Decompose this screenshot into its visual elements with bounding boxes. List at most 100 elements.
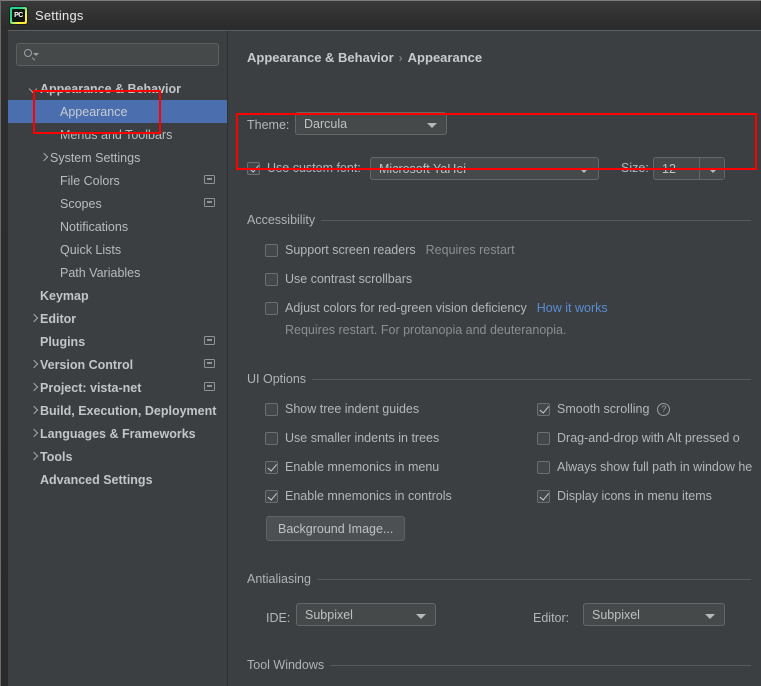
enable-mnemonics-menu-label: Enable mnemonics in menu	[285, 460, 440, 474]
chevron-right-icon[interactable]	[38, 152, 50, 164]
sidebar-item-system-settings[interactable]: System Settings	[8, 146, 227, 169]
help-icon[interactable]: ?	[657, 402, 671, 416]
how-it-works-link[interactable]: How it works	[537, 301, 608, 315]
theme-label: Theme:	[247, 118, 290, 132]
use-smaller-indents-row[interactable]: Use smaller indents in trees	[265, 431, 439, 445]
sidebar-item-file-colors[interactable]: File Colors	[8, 169, 227, 192]
use-contrast-scrollbars-row[interactable]: Use contrast scrollbars	[265, 272, 412, 286]
scope-badge-icon	[204, 359, 215, 368]
editor-antialiasing-label: Editor:	[533, 611, 570, 625]
smooth-scrolling-checkbox[interactable]	[537, 402, 550, 416]
sidebar-item-version-control[interactable]: Version Control	[8, 353, 227, 376]
sidebar-item-build-execution-deployment[interactable]: Build, Execution, Deployment	[8, 399, 227, 422]
sidebar-item-appearance[interactable]: Appearance	[8, 100, 227, 123]
accessibility-note: Requires restart. For protanopia and deu…	[285, 323, 567, 337]
enable-mnemonics-controls-label: Enable mnemonics in controls	[285, 489, 452, 503]
tree-arrow-placeholder	[48, 244, 60, 256]
title-bar[interactable]: PC Settings	[1, 1, 760, 29]
smooth-scrolling-row[interactable]: Smooth scrolling ?	[537, 402, 671, 416]
search-field[interactable]	[16, 43, 219, 66]
ui-options-group-title: UI Options	[247, 372, 313, 386]
display-icons-menu-items-row[interactable]: Display icons in menu items	[537, 489, 712, 503]
always-show-full-path-row[interactable]: Always show full path in window he	[537, 460, 752, 474]
ide-antialiasing-dropdown[interactable]: Subpixel	[296, 603, 436, 626]
display-icons-menu-items-checkbox[interactable]	[537, 489, 550, 503]
drag-and-drop-alt-row[interactable]: Drag-and-drop with Alt pressed o	[537, 431, 740, 445]
pycharm-logo-icon: PC	[10, 6, 27, 24]
sidebar-item-label: Version Control	[40, 357, 134, 372]
adjust-colors-row[interactable]: Adjust colors for red-green vision defic…	[265, 301, 608, 315]
sidebar-item-plugins[interactable]: Plugins	[8, 330, 227, 353]
tool-windows-group-line	[321, 665, 751, 666]
settings-tree[interactable]: Appearance & Behavior Appearance Menus and…	[8, 77, 227, 491]
sidebar-item-notifications[interactable]: Notifications	[8, 215, 227, 238]
sidebar-item-editor[interactable]: Editor	[8, 307, 227, 330]
font-size-combo[interactable]: 12	[653, 157, 725, 180]
sidebar-item-label: Project: vista-net	[40, 380, 142, 395]
scope-badge-icon	[204, 382, 215, 391]
use-custom-font-checkbox[interactable]	[247, 161, 260, 175]
custom-font-dropdown[interactable]: Microsoft YaHei	[370, 157, 599, 180]
sidebar-item-languages-frameworks[interactable]: Languages & Frameworks	[8, 422, 227, 445]
sidebar-item-quick-lists[interactable]: Quick Lists	[8, 238, 227, 261]
sidebar-item-tools[interactable]: Tools	[8, 445, 227, 468]
font-size-value: 12	[662, 161, 676, 176]
scope-badge-icon	[204, 198, 215, 207]
chevron-right-icon[interactable]	[28, 382, 40, 394]
tree-arrow-placeholder	[48, 198, 60, 210]
chevron-down-icon[interactable]	[28, 83, 40, 95]
sidebar-item-project-vista-net[interactable]: Project: vista-net	[8, 376, 227, 399]
chevron-right-icon[interactable]	[28, 451, 40, 463]
support-screen-readers-row[interactable]: Support screen readers Requires restart	[265, 243, 515, 257]
scope-badge-icon	[204, 175, 215, 184]
font-size-label: Size:	[621, 161, 649, 175]
chevron-right-icon[interactable]	[28, 428, 40, 440]
sidebar-item-advanced-settings[interactable]: Advanced Settings	[8, 468, 227, 491]
screenshot-root: PC Settings Appearance & Behavior Appeara…	[0, 0, 761, 686]
drag-and-drop-alt-checkbox[interactable]	[537, 431, 550, 445]
custom-font-value: Microsoft YaHei	[379, 161, 467, 176]
always-show-full-path-label: Always show full path in window he	[557, 460, 753, 474]
search-input[interactable]	[41, 46, 205, 63]
sidebar-item-keymap[interactable]: Keymap	[8, 284, 227, 307]
sidebar-item-label: Build, Execution, Deployment	[40, 403, 217, 418]
sidebar-item-label: Quick Lists	[60, 242, 122, 257]
tree-arrow-placeholder	[48, 267, 60, 279]
enable-mnemonics-menu-checkbox[interactable]	[265, 460, 278, 474]
sidebar-item-label: Notifications	[60, 219, 129, 234]
breadcrumb-parent[interactable]: Appearance & Behavior	[247, 50, 394, 65]
sidebar-item-label: Appearance	[60, 104, 128, 119]
search-icon[interactable]	[23, 48, 39, 62]
enable-mnemonics-controls-checkbox[interactable]	[265, 489, 278, 503]
scope-badge-icon	[204, 336, 215, 345]
show-tree-indent-guides-checkbox[interactable]	[265, 402, 278, 416]
sidebar-item-label: Keymap	[40, 288, 89, 303]
adjust-colors-checkbox[interactable]	[265, 301, 278, 315]
support-screen-readers-hint: Requires restart	[425, 243, 515, 257]
tool-windows-group-title: Tool Windows	[247, 658, 331, 672]
use-custom-font-label: Use custom font:	[267, 161, 361, 175]
show-tree-indent-guides-row[interactable]: Show tree indent guides	[265, 402, 419, 416]
breadcrumb: Appearance & Behavior › Appearance	[247, 50, 482, 65]
support-screen-readers-label: Support screen readers	[285, 243, 416, 257]
sidebar-item-appearance-behavior[interactable]: Appearance & Behavior	[8, 77, 227, 100]
pycharm-logo-text: PC	[12, 8, 25, 22]
ide-antialiasing-value: Subpixel	[305, 607, 353, 622]
sidebar-item-path-variables[interactable]: Path Variables	[8, 261, 227, 284]
sidebar-item-scopes[interactable]: Scopes	[8, 192, 227, 215]
use-smaller-indents-checkbox[interactable]	[265, 431, 278, 445]
enable-mnemonics-menu-row[interactable]: Enable mnemonics in menu	[265, 460, 439, 474]
chevron-right-icon[interactable]	[28, 359, 40, 371]
background-image-button[interactable]: Background Image...	[266, 516, 406, 541]
editor-antialiasing-dropdown[interactable]: Subpixel	[583, 603, 725, 626]
chevron-down-icon	[427, 123, 437, 128]
support-screen-readers-checkbox[interactable]	[265, 243, 278, 257]
sidebar-item-menus-and-toolbars[interactable]: Menus and Toolbars	[8, 123, 227, 146]
use-contrast-scrollbars-checkbox[interactable]	[265, 272, 278, 286]
always-show-full-path-checkbox[interactable]	[537, 460, 550, 474]
use-custom-font-row[interactable]: Use custom font:	[247, 161, 361, 175]
chevron-right-icon[interactable]	[28, 405, 40, 417]
theme-dropdown[interactable]: Darcula	[295, 112, 447, 135]
chevron-right-icon[interactable]	[28, 313, 40, 325]
enable-mnemonics-controls-row[interactable]: Enable mnemonics in controls	[265, 489, 452, 503]
